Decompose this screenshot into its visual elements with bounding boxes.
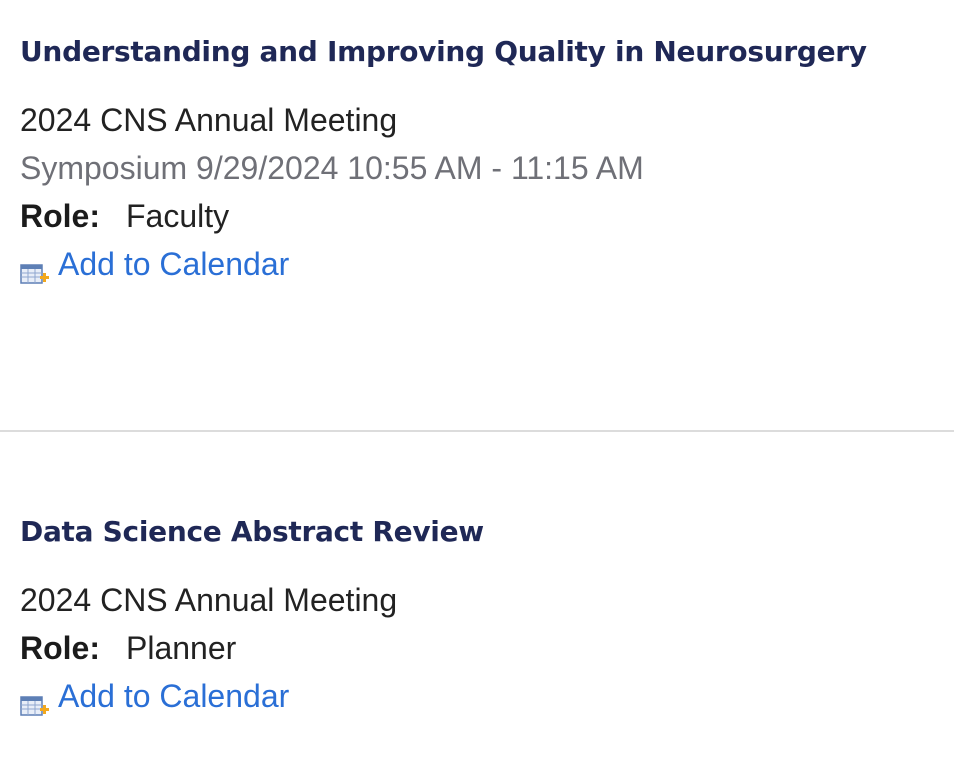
role-label: Role: [20, 198, 100, 234]
role-row: Role: Faculty [20, 192, 954, 240]
role-value: Faculty [126, 198, 230, 234]
add-to-calendar-link[interactable]: Add to Calendar [20, 672, 289, 720]
calendar-add-icon [20, 684, 50, 716]
calendar-add-icon [20, 252, 50, 284]
role-label: Role: [20, 630, 100, 666]
session-title: Understanding and Improving Quality in N… [20, 35, 867, 68]
role-row: Role: Planner [20, 624, 954, 672]
meeting-name: 2024 CNS Annual Meeting [20, 582, 398, 618]
session-entry: Understanding and Improving Quality in N… [20, 28, 954, 292]
add-to-calendar-label: Add to Calendar [58, 678, 290, 714]
add-to-calendar-label: Add to Calendar [58, 246, 290, 282]
section-divider [0, 430, 954, 432]
role-value: Planner [126, 630, 237, 666]
session-time: Symposium 9/29/2024 10:55 AM - 11:15 AM [20, 150, 644, 186]
session-title: Data Science Abstract Review [20, 515, 484, 548]
add-to-calendar-link[interactable]: Add to Calendar [20, 240, 289, 288]
session-entry: Data Science Abstract Review 2024 CNS An… [20, 508, 954, 724]
meeting-name: 2024 CNS Annual Meeting [20, 102, 398, 138]
